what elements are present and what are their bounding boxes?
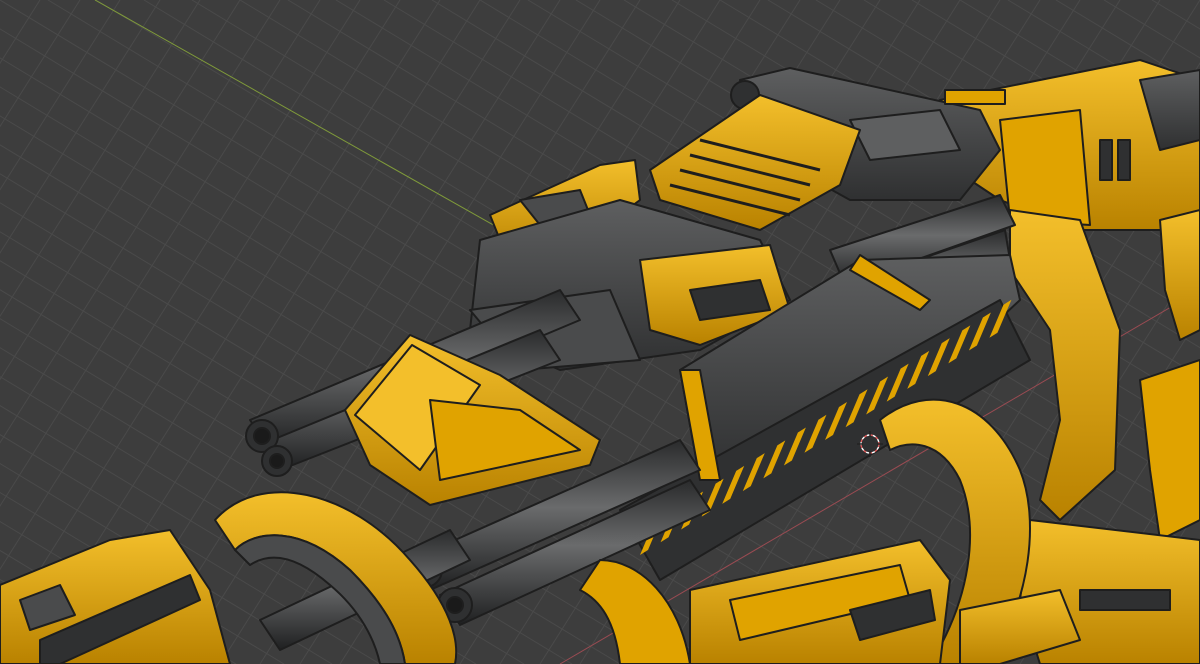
viewport-scene[interactable]: [0, 0, 1200, 664]
3d-viewport[interactable]: [0, 0, 1200, 664]
